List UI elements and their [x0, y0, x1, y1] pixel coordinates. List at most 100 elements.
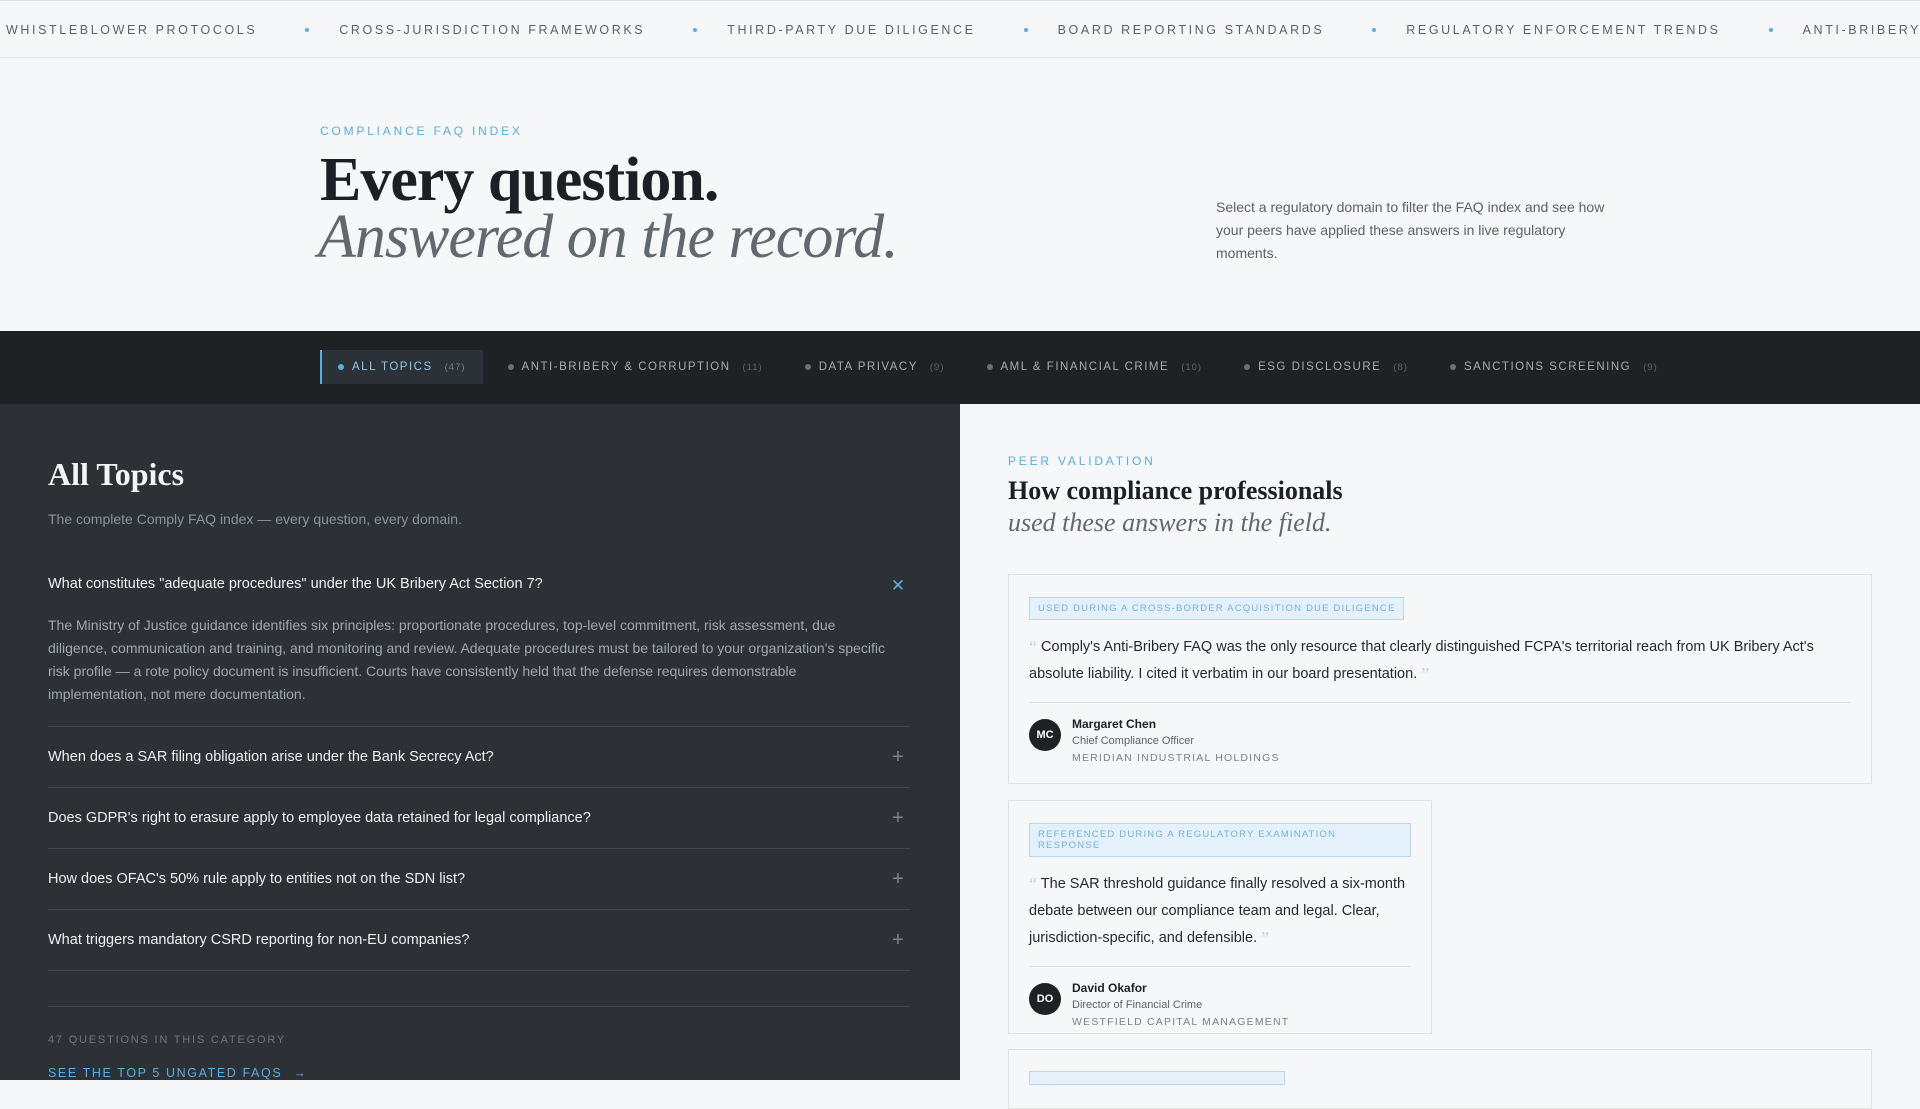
ungated-faqs-link-label: See the top 5 ungated FAQs	[48, 1066, 283, 1080]
faq-panel-title: All Topics	[48, 456, 185, 492]
author-role: Director of Financial Crime	[1072, 999, 1203, 1011]
testimonial-context-tag	[1029, 1071, 1285, 1085]
filter-dot-icon	[804, 364, 811, 370]
hero-title: Every question.	[320, 146, 719, 214]
quote-open-icon: “	[1029, 874, 1037, 894]
filter-dot-icon	[507, 364, 514, 370]
arrow-right-icon: →	[293, 1066, 308, 1080]
peer-validation-eyebrow: Peer Validation	[1008, 454, 1156, 468]
peer-validation-panel: Peer Validation How compliance professio…	[960, 404, 1920, 1109]
ticker-item[interactable]: Board Reporting Standards	[1058, 23, 1325, 37]
filter-aml[interactable]: AML & Financial Crime (10)	[970, 350, 1220, 384]
ticker-separator-dot	[1768, 28, 1773, 32]
peer-validation-title-italic: used these answers in the field.	[1008, 508, 1332, 537]
filter-dot-icon	[1449, 364, 1456, 370]
filter-count: (9)	[929, 361, 945, 373]
filter-count: (47)	[444, 361, 466, 373]
filter-all-topics[interactable]: All Topics (47)	[320, 350, 483, 384]
ungated-faqs-link[interactable]: See the top 5 ungated FAQs →	[48, 1066, 307, 1080]
faq-list: What constitutes "adequate procedures" u…	[48, 554, 910, 971]
quote-close-icon: ”	[1261, 928, 1270, 948]
peer-validation-title: How compliance professionals	[1008, 476, 1343, 505]
filter-list: All Topics (47) Anti-Bribery & Corruptio…	[320, 350, 1683, 384]
ticker-item[interactable]: Anti-Bribery & Corruption	[1803, 23, 1920, 37]
topic-ticker: Whistleblower Protocols Cross-Jurisdicti…	[0, 0, 1920, 58]
quote-close-icon: ”	[1421, 664, 1430, 684]
author-name: Margaret Chen	[1072, 717, 1157, 731]
faq-answer: The Ministry of Justice guidance identif…	[48, 617, 885, 702]
faq-question-text: How does OFAC's 50% rule apply to entiti…	[48, 871, 466, 887]
faq-question[interactable]: What constitutes "adequate procedures" u…	[48, 554, 910, 618]
filter-dot-icon	[986, 364, 993, 370]
ticker-separator-dot	[1023, 28, 1028, 32]
faq-question-text: When does a SAR filing obligation arise …	[48, 749, 494, 765]
filter-dot-icon	[338, 364, 344, 370]
filter-label: Data Privacy	[818, 361, 918, 373]
faq-panel-subtitle: The complete Comply FAQ index — every qu…	[48, 511, 462, 527]
testimonial-card: Referenced during a regulatory examinati…	[1008, 800, 1432, 1034]
filter-count: (11)	[742, 361, 763, 373]
filter-sanctions[interactable]: Sanctions Screening (9)	[1433, 350, 1675, 384]
plus-icon[interactable]: +	[890, 807, 906, 830]
filter-count: (9)	[1643, 361, 1658, 373]
testimonial-context-tag: Used during a cross-border acquisition d…	[1029, 597, 1405, 620]
filter-count: (8)	[1393, 361, 1408, 373]
ticker-item[interactable]: Whistleblower Protocols	[6, 23, 257, 37]
ticker-item[interactable]: Regulatory Enforcement Trends	[1406, 23, 1720, 37]
ticker-separator-dot	[693, 28, 698, 32]
testimonial-quote-text: The SAR threshold guidance finally resol…	[1029, 876, 1406, 946]
filter-label: ESG Disclosure	[1258, 361, 1382, 373]
faq-question[interactable]: Does GDPR's right to erasure apply to em…	[48, 788, 910, 848]
filter-anti-bribery[interactable]: Anti-Bribery & Corruption (11)	[491, 350, 780, 384]
close-icon[interactable]: ✕	[890, 576, 906, 596]
quote-open-icon: “	[1029, 637, 1037, 657]
plus-icon[interactable]: +	[890, 929, 906, 952]
filter-count: (10)	[1181, 361, 1203, 373]
faq-question-text: What triggers mandatory CSRD reporting f…	[48, 932, 470, 948]
faq-item: What constitutes "adequate procedures" u…	[48, 554, 910, 727]
hero-title-italic: Answered on the record.	[318, 203, 899, 271]
hero-description: Select a regulatory domain to filter the…	[1216, 199, 1605, 261]
faq-question-count: 47 Questions in this category	[48, 1034, 287, 1046]
plus-icon[interactable]: +	[890, 746, 906, 769]
faq-question-text: Does GDPR's right to erasure apply to em…	[48, 810, 591, 826]
author-organization: Westfield Capital Management	[1072, 1016, 1290, 1028]
hero-section: Compliance FAQ Index Every question. Ans…	[0, 58, 1920, 331]
author-organization: Meridian Industrial Holdings	[1072, 752, 1280, 764]
filter-dot-icon	[1244, 364, 1251, 370]
author-details: Margaret Chen Chief Compliance Officer M…	[1072, 717, 1280, 764]
filter-data-privacy[interactable]: Data Privacy (9)	[788, 350, 962, 384]
faq-footer-divider	[48, 1006, 910, 1007]
author-name: David Okafor	[1072, 981, 1147, 995]
testimonial-card-partial	[1008, 1049, 1872, 1109]
faq-item: Does GDPR's right to erasure apply to em…	[48, 788, 910, 849]
topic-filter-bar: All Topics (47) Anti-Bribery & Corruptio…	[0, 331, 1920, 404]
filter-label: Sanctions Screening	[1463, 361, 1632, 373]
ticker-separator-dot	[305, 28, 310, 32]
faq-item: What triggers mandatory CSRD reporting f…	[48, 910, 910, 971]
faq-panel: All Topics The complete Comply FAQ index…	[0, 404, 960, 1080]
filter-esg[interactable]: ESG Disclosure (8)	[1227, 350, 1425, 384]
testimonial-context-tag: Referenced during a regulatory examinati…	[1029, 823, 1411, 857]
avatar: DO	[1029, 983, 1061, 1015]
filter-label: AML & Financial Crime	[1000, 361, 1170, 373]
filter-label: All Topics	[352, 361, 433, 373]
plus-icon[interactable]: +	[890, 868, 906, 891]
faq-question[interactable]: When does a SAR filing obligation arise …	[48, 727, 910, 787]
testimonial-quote: “ The SAR threshold guidance finally res…	[1029, 871, 1411, 952]
testimonial-card: Used during a cross-border acquisition d…	[1008, 574, 1872, 784]
author-details: David Okafor Director of Financial Crime…	[1072, 981, 1289, 1028]
ticker-track: Whistleblower Protocols Cross-Jurisdicti…	[6, 1, 1920, 57]
avatar: MC	[1029, 719, 1061, 751]
testimonial-quote: “ Comply's Anti-Bribery FAQ was the only…	[1029, 634, 1851, 688]
filter-label: Anti-Bribery & Corruption	[521, 361, 731, 373]
ticker-item[interactable]: Third-Party Due Diligence	[727, 23, 975, 37]
hero-eyebrow: Compliance FAQ Index	[320, 124, 523, 138]
faq-question-text: What constitutes "adequate procedures" u…	[48, 576, 543, 592]
faq-item: When does a SAR filing obligation arise …	[48, 727, 910, 788]
ticker-item[interactable]: Cross-Jurisdiction Frameworks	[339, 23, 645, 37]
faq-question[interactable]: What triggers mandatory CSRD reporting f…	[48, 910, 910, 970]
ticker-separator-dot	[1372, 28, 1377, 32]
faq-question[interactable]: How does OFAC's 50% rule apply to entiti…	[48, 849, 910, 909]
testimonial-author: DO David Okafor Director of Financial Cr…	[1029, 966, 1411, 1028]
